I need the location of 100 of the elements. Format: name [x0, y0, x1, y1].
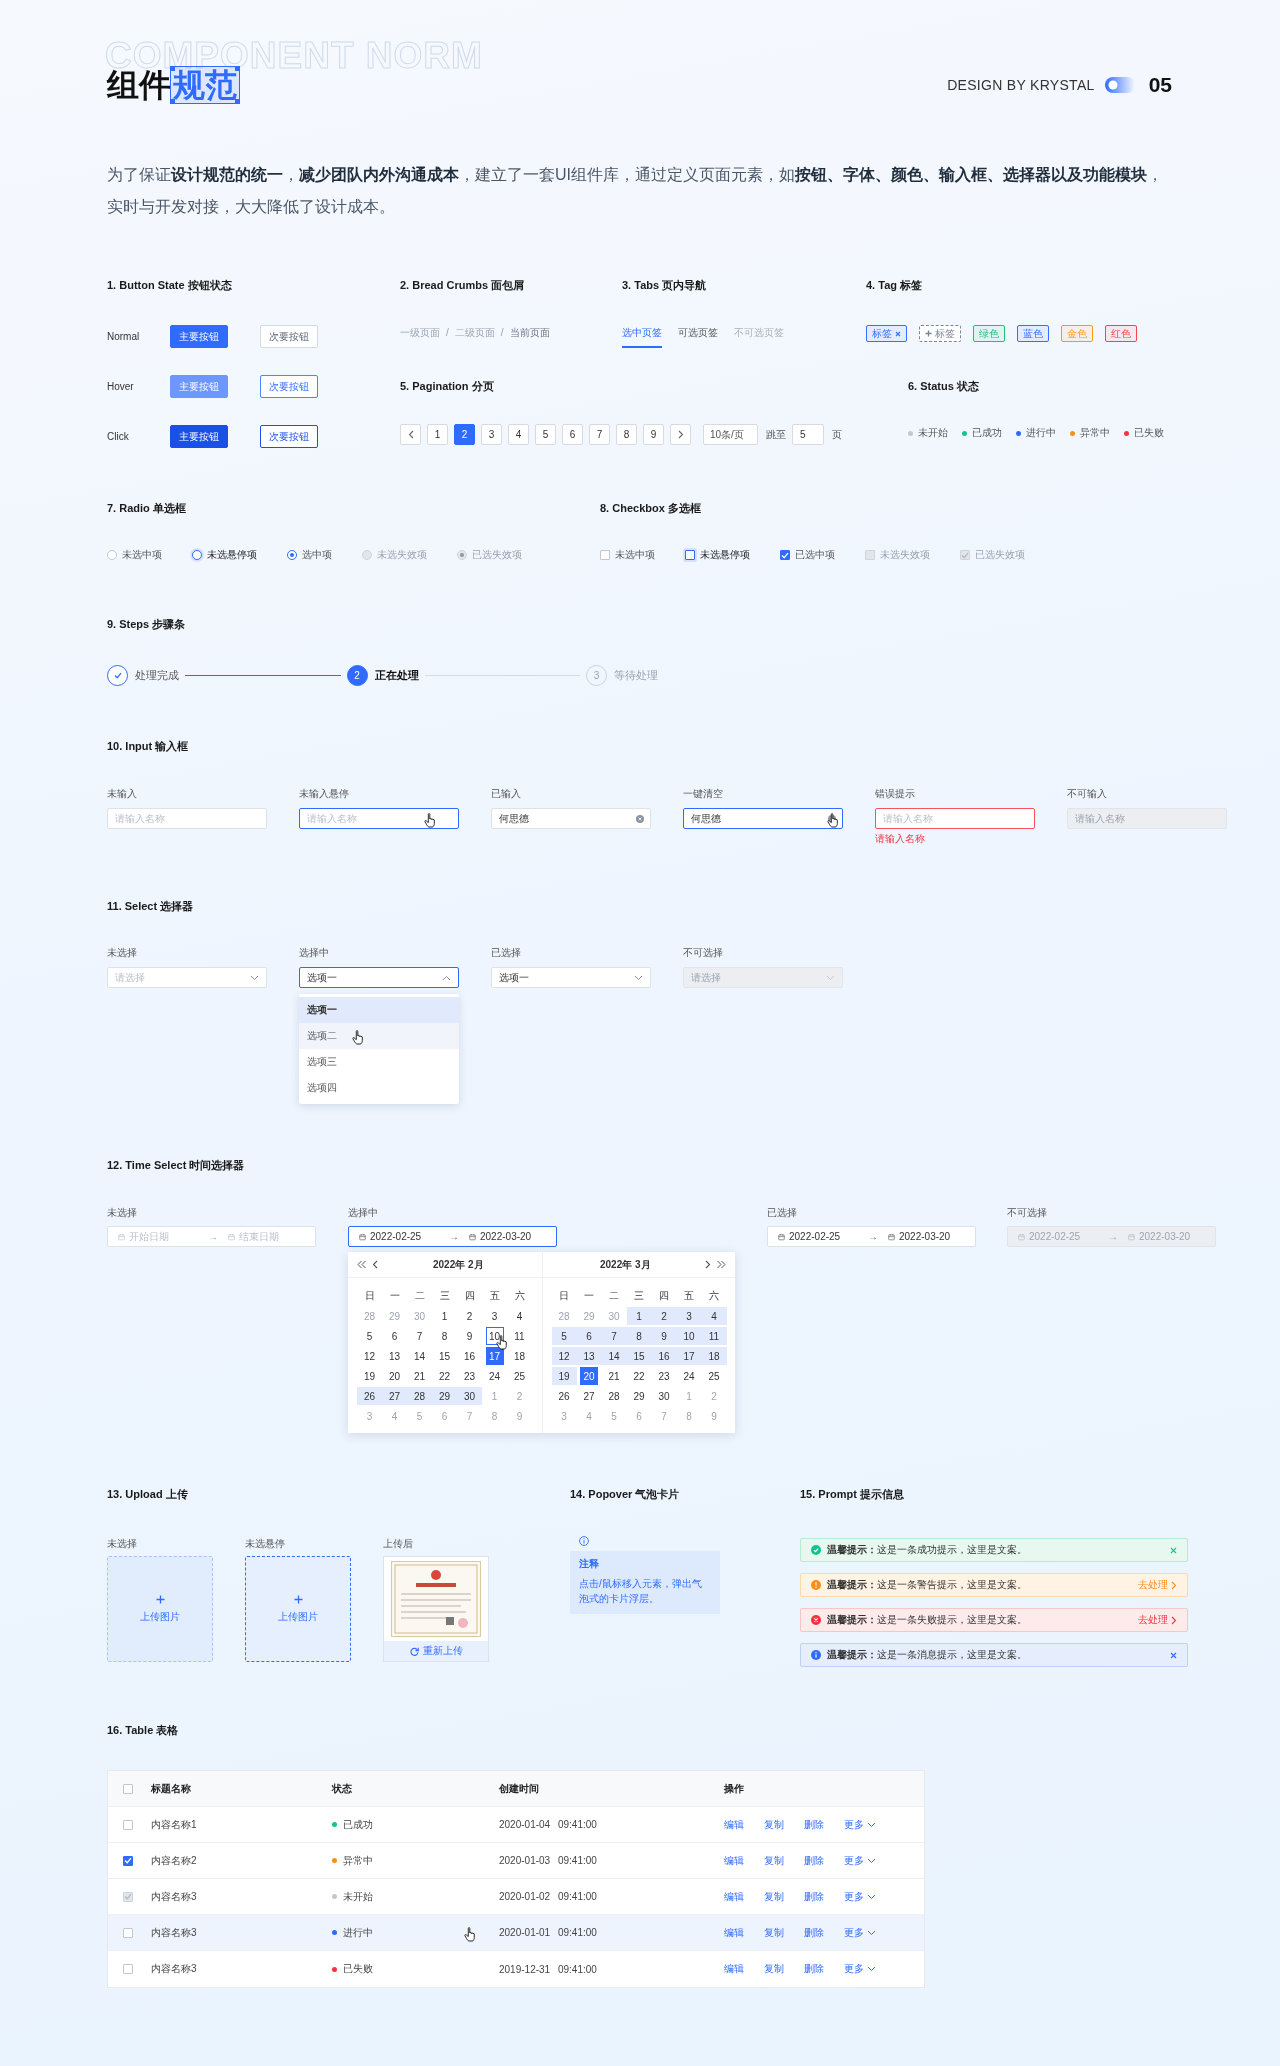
radio-button[interactable]	[287, 550, 297, 560]
calendar-day[interactable]: 20	[580, 1367, 598, 1385]
dropdown-option[interactable]: 选项二	[299, 1023, 459, 1049]
calendar-day[interactable]: 1	[432, 1307, 457, 1325]
checkbox[interactable]	[123, 1783, 133, 1794]
calendar-day[interactable]: 22	[432, 1367, 457, 1385]
previous-page-button[interactable]	[400, 424, 421, 445]
page-button[interactable]: 3	[481, 424, 502, 445]
action-link[interactable]: 编辑	[724, 1925, 744, 1940]
calendar-day[interactable]: 3	[482, 1307, 507, 1325]
page-button[interactable]: 5	[535, 424, 556, 445]
calendar-day[interactable]: 23	[651, 1367, 677, 1385]
calendar-day[interactable]: 14	[407, 1347, 432, 1365]
page-button[interactable]: 4	[508, 424, 529, 445]
calendar-day[interactable]: 3	[676, 1307, 702, 1325]
calendar-day[interactable]: 18	[507, 1347, 532, 1365]
dropdown-option[interactable]: 选项三	[299, 1049, 459, 1075]
double-chevron-right-icon[interactable]	[717, 1260, 726, 1269]
calendar-day[interactable]: 10	[676, 1327, 702, 1345]
calendar-day[interactable]: 13	[576, 1347, 602, 1365]
primary-button[interactable]: 主要按钮	[170, 325, 228, 348]
calendar-day[interactable]: 1	[626, 1307, 652, 1325]
calendar-day[interactable]: 24	[482, 1367, 507, 1385]
close-button[interactable]	[1170, 1546, 1177, 1554]
action-link[interactable]: 删除	[804, 1962, 824, 1976]
action-link[interactable]: 复制	[764, 1817, 784, 1832]
page-button[interactable]: 6	[562, 424, 583, 445]
calendar-day[interactable]: 28	[407, 1387, 432, 1405]
calendar-day[interactable]: 15	[432, 1347, 457, 1365]
calendar-day[interactable]: 20	[382, 1367, 407, 1385]
calendar-day[interactable]: 16	[457, 1347, 482, 1365]
more-link[interactable]: 更多	[844, 1925, 876, 1940]
calendar-day[interactable]: 30	[457, 1387, 482, 1405]
calendar-day[interactable]: 6	[382, 1327, 407, 1345]
more-link[interactable]: 更多	[844, 1853, 876, 1868]
calendar-day[interactable]: 4	[507, 1307, 532, 1325]
calendar-day[interactable]: 25	[507, 1367, 532, 1385]
date-range-field[interactable]: 2022-02-25 → 2022-03-20	[348, 1226, 557, 1247]
calendar-day[interactable]: 2	[651, 1307, 677, 1325]
upload-area[interactable]: 上传图片	[245, 1556, 351, 1662]
calendar-day[interactable]: 8	[626, 1327, 652, 1345]
date-input[interactable]: 2022-03-20	[899, 1231, 965, 1242]
calendar-day[interactable]: 27	[382, 1387, 407, 1405]
next-page-button[interactable]	[670, 424, 691, 445]
calendar-day[interactable]: 23	[457, 1367, 482, 1385]
page-button[interactable]: 7	[589, 424, 610, 445]
radio-button[interactable]	[107, 550, 117, 560]
double-chevron-left-icon[interactable]	[357, 1260, 366, 1269]
select-field[interactable]: 选项一	[491, 967, 651, 988]
calendar-day[interactable]: 24	[676, 1367, 702, 1385]
calendar-day[interactable]: 26	[551, 1387, 577, 1405]
checkbox[interactable]	[123, 1819, 133, 1830]
calendar-day[interactable]: 8	[432, 1327, 457, 1345]
action-link[interactable]: 删除	[804, 1853, 824, 1868]
calendar-day[interactable]: 11	[701, 1327, 727, 1345]
checkbox[interactable]	[123, 1964, 133, 1974]
reupload-button[interactable]: 重新上传	[384, 1641, 488, 1661]
action-link[interactable]: 复制	[764, 1962, 784, 1976]
page-button[interactable]: 8	[616, 424, 637, 445]
page-button[interactable]: 2	[454, 424, 475, 445]
select-field[interactable]: 选项一	[299, 967, 459, 988]
action-link[interactable]: 编辑	[724, 1817, 744, 1832]
calendar-day[interactable]: 2	[457, 1307, 482, 1325]
checkbox[interactable]	[123, 1855, 133, 1866]
tab[interactable]: 可选页签	[678, 326, 718, 348]
calendar-day[interactable]: 5	[551, 1327, 577, 1345]
date-input[interactable]: 2022-02-25	[370, 1231, 436, 1242]
calendar-day[interactable]: 29	[626, 1387, 652, 1405]
checkbox[interactable]	[600, 550, 610, 560]
action-link[interactable]: 删除	[804, 1925, 824, 1940]
secondary-button[interactable]: 次要按钮	[260, 425, 318, 448]
input-field[interactable]: 何思德	[491, 808, 651, 829]
calendar-day[interactable]: 16	[651, 1347, 677, 1365]
calendar-day[interactable]: 21	[601, 1367, 627, 1385]
page-size-select[interactable]: 10条/页	[703, 424, 758, 445]
clear-icon[interactable]	[636, 814, 644, 823]
checkbox[interactable]	[780, 550, 790, 560]
checkbox[interactable]	[685, 550, 695, 560]
upload-area[interactable]: 上传图片	[107, 1556, 213, 1662]
close-icon[interactable]	[895, 330, 901, 337]
more-link[interactable]: 更多	[844, 1962, 876, 1976]
secondary-button[interactable]: 次要按钮	[260, 325, 318, 348]
jump-page-field[interactable]: 5	[792, 424, 824, 445]
input-field[interactable]: 何思德	[683, 808, 843, 829]
dropdown-option[interactable]: 选项一	[299, 997, 459, 1023]
calendar-day[interactable]: 12	[357, 1347, 382, 1365]
input-field[interactable]: 请输入名称	[299, 808, 459, 829]
action-link[interactable]: 编辑	[724, 1853, 744, 1868]
dropdown-option[interactable]: 选项四	[299, 1075, 459, 1101]
calendar-day[interactable]: 17	[485, 1347, 504, 1365]
calendar-day[interactable]: 11	[507, 1327, 532, 1345]
calendar-day[interactable]: 22	[626, 1367, 652, 1385]
calendar-day[interactable]: 30	[651, 1387, 677, 1405]
calendar-day[interactable]: 12	[551, 1347, 577, 1365]
page-button[interactable]: 1	[427, 424, 448, 445]
calendar-day[interactable]: 18	[701, 1347, 727, 1365]
calendar-day[interactable]: 4	[701, 1307, 727, 1325]
calendar-day[interactable]: 7	[601, 1327, 627, 1345]
date-input[interactable]: 2022-03-20	[480, 1231, 546, 1242]
add-tag-button[interactable]: 标签	[919, 325, 961, 342]
